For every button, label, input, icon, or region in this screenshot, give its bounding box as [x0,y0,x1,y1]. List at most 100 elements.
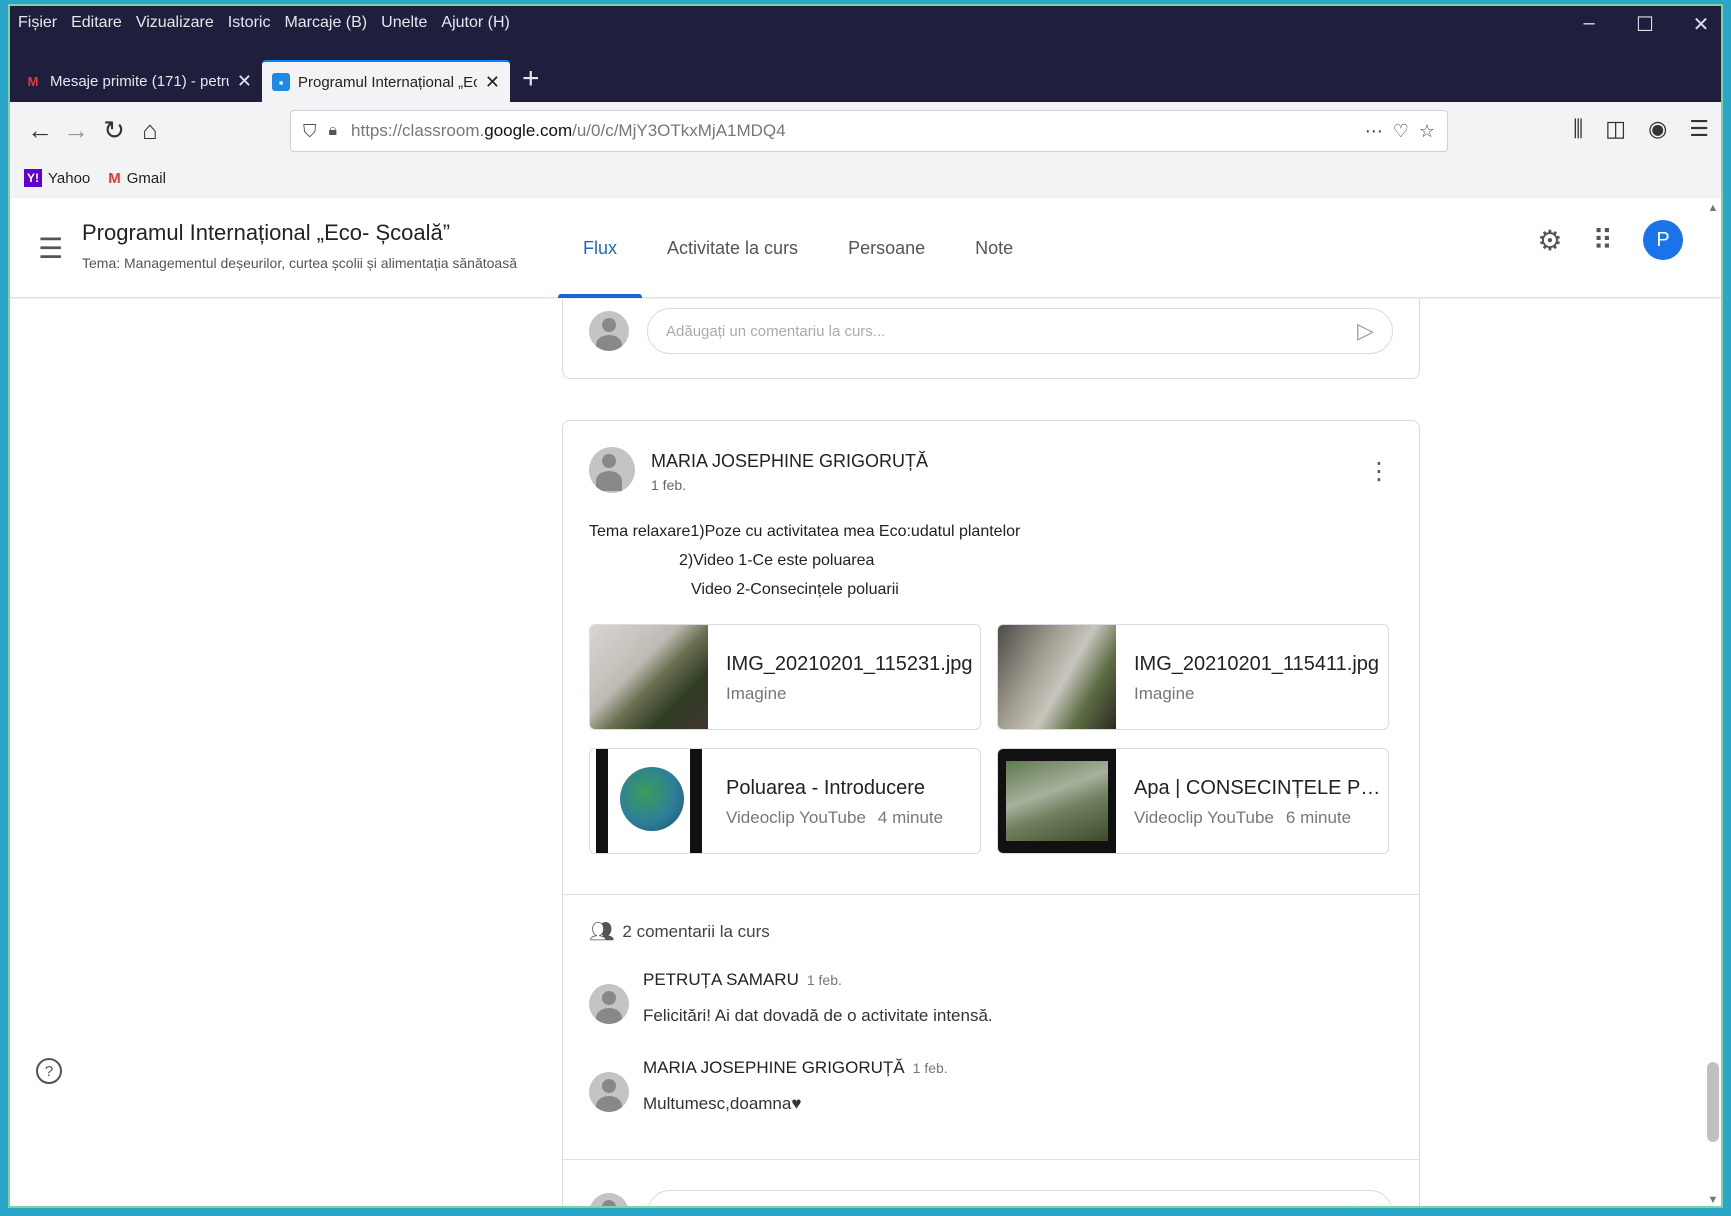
comments-list: PETRUȚA SAMARU 1 feb. Felicitări! Ai dat … [563,970,1419,1146]
send-icon[interactable]: ▷ [1357,1200,1374,1206]
menu-help[interactable]: Ajutor (H) [441,14,509,38]
bookmark-label: Gmail [126,169,166,187]
bookmark-yahoo[interactable]: Y! Yahoo [24,169,90,187]
new-tab-button[interactable]: + [522,62,540,96]
lock-icon[interactable]: 🔒︎ [329,122,338,140]
yahoo-icon: Y! [24,169,42,187]
attachment-type: Videoclip YouTube 4 minute [726,808,944,827]
image-thumbnail [998,625,1116,729]
minimize-button[interactable]: – [1579,12,1599,37]
attachment-title: IMG_20210201_115231.jpg [726,653,973,675]
comment-author: MARIA JOSEPHINE GRIGORUȚĂ 1 feb. [643,1058,948,1077]
titlebar: Fișier Editare Vizualizare Istoric Marca… [10,6,1721,102]
navigation-bar: ← → ↻ ⌂ ⛉ 🔒︎ https://classroom.google.co… [10,102,1721,158]
star-icon[interactable]: ☆ [1419,121,1435,142]
comment-text: Felicitări! Ai dat dovadă de o activitat… [643,1006,993,1025]
menu-view[interactable]: Vizualizare [136,14,214,38]
attachment-video-2[interactable]: Apa | CONSECINȚELE PO... Videoclip YouTu… [997,748,1389,854]
close-window-button[interactable]: ✕ [1691,12,1711,37]
menu-history[interactable]: Istoric [228,14,271,38]
settings-gear-icon[interactable]: ⚙ [1537,224,1562,257]
comment-placeholder: Adăugați un comentariu la curs... [666,322,886,340]
tab-people[interactable]: Persoane [823,198,950,298]
video-thumbnail [590,749,708,853]
comment-input[interactable]: Adăugați un comentariu la curs... ▷ [647,308,1393,354]
menu-icon[interactable]: ☰ [1689,116,1709,142]
forward-icon[interactable]: → [60,114,92,146]
video-duration: 6 minute [1285,808,1352,827]
menu-file[interactable]: Fișier [18,14,57,38]
menu-bookmarks[interactable]: Marcaje (B) [284,14,367,38]
stream-content: Adăugați un comentariu la curs... ▷ MARI… [10,299,1721,1206]
bookmarks-bar: Y! Yahoo M Gmail [10,158,1721,198]
tab-grades[interactable]: Note [950,198,1038,298]
divider [563,1159,1419,1160]
post-line: Tema relaxare1)Poze cu activitatea mea E… [589,523,1021,540]
post-line: 2)Video 1-Ce este poluarea [679,552,875,569]
attachment-type: Videoclip YouTube 6 minute [1134,808,1352,827]
account-icon[interactable]: ◉ [1648,116,1667,142]
library-icon[interactable]: ⫼ [1573,116,1583,142]
url-text[interactable]: https://classroom.google.com/u/0/c/MjY3O… [351,121,1355,141]
help-icon[interactable]: ? [36,1058,62,1084]
hamburger-menu-icon[interactable]: ☰ [38,232,63,265]
home-icon[interactable]: ⌂ [134,114,166,146]
tab-gmail[interactable]: M Mesaje primite (171) - petruta... ✕ [14,60,262,102]
header-actions: ⚙ ⠿ P [1537,220,1683,260]
menu-edit[interactable]: Editare [71,14,122,38]
scroll-thumb[interactable] [1707,1062,1719,1142]
attachment-title: Poluarea - Introducere [726,777,926,799]
close-icon[interactable]: ✕ [485,72,500,93]
menu-tools[interactable]: Unelte [381,14,427,38]
course-tabs: Flux Activitate la curs Persoane Note [558,198,1038,298]
tab-label: Programul Internațional „Eco-... [298,73,477,91]
pocket-icon[interactable]: ♡ [1393,121,1409,142]
post-author: MARIA JOSEPHINE GRIGORUȚĂ [651,451,929,471]
user-avatar[interactable]: P [1643,220,1683,260]
commenter-avatar [589,984,629,1024]
previous-post-card: Adăugați un comentariu la curs... ▷ [562,299,1420,379]
comment-box: Adăugați un comentariu la curs... ▷ [563,299,1419,371]
post-header: MARIA JOSEPHINE GRIGORUȚĂ 1 feb. ⋮ [563,421,1419,517]
url-bar[interactable]: ⛉ 🔒︎ https://classroom.google.com/u/0/c/… [290,110,1448,152]
attachment-image-2[interactable]: IMG_20210201_115411.jpg Imagine [997,624,1389,730]
more-actions-icon[interactable]: ⋯ [1365,121,1383,142]
tab-flux[interactable]: Flux [558,198,643,298]
post-text: Tema relaxare1)Poze cu activitatea mea E… [563,517,1419,604]
gmail-icon: M [27,73,39,89]
attachment-video-1[interactable]: Poluarea - Introducere Videoclip YouTube… [589,748,981,854]
apps-grid-icon[interactable]: ⠿ [1592,224,1613,257]
attachment-info: IMG_20210201_115411.jpg Imagine [1116,625,1379,729]
tab-classroom[interactable]: ▪ Programul Internațional „Eco-... ✕ [262,60,510,102]
comment: PETRUȚA SAMARU 1 feb. Felicitări! Ai dat … [563,970,1419,1058]
course-title[interactable]: Programul Internațional „Eco- Școală” [82,220,450,246]
attachment-image-1[interactable]: IMG_20210201_115231.jpg Imagine [589,624,981,730]
shield-icon[interactable]: ⛉ [303,121,317,142]
attachment-type: Imagine [726,684,787,703]
more-options-icon[interactable]: ⋮ [1367,457,1391,486]
scroll-down-icon[interactable]: ▼ [1707,1194,1719,1206]
reload-icon[interactable]: ↻ [98,114,130,146]
post-line: Video 2-Consecințele poluarii [691,581,899,598]
comments-toggle[interactable]: 👥︎ 2 comentarii la curs [563,895,1419,944]
post-card: MARIA JOSEPHINE GRIGORUȚĂ 1 feb. ⋮ Tema … [562,420,1420,1206]
bookmark-gmail[interactable]: M Gmail [108,170,166,187]
comment-input[interactable]: Adăugați un comentariu la curs... ▷ [647,1190,1393,1206]
commenter-avatar [589,1072,629,1112]
close-icon[interactable]: ✕ [237,71,252,92]
send-icon[interactable]: ▷ [1357,318,1374,344]
menu-bar: Fișier Editare Vizualizare Istoric Marca… [18,14,510,38]
video-duration: 4 minute [877,808,944,827]
video-thumbnail [998,749,1116,853]
scrollbar[interactable]: ▲ ▼ [1705,202,1719,1206]
scroll-up-icon[interactable]: ▲ [1707,202,1719,214]
comment-box: Adăugați un comentariu la curs... ▷ [563,1173,1419,1206]
maximize-button[interactable]: ☐ [1635,12,1655,37]
attachments: IMG_20210201_115231.jpg Imagine IMG_2021… [563,604,1419,854]
comment: MARIA JOSEPHINE GRIGORUȚĂ 1 feb. Multumes… [563,1058,1419,1146]
sidebar-icon[interactable]: ◫ [1605,116,1626,142]
post-date: 1 feb. [651,477,687,493]
back-icon[interactable]: ← [24,114,56,146]
comment-date: 1 feb. [912,1060,948,1076]
tab-classwork[interactable]: Activitate la curs [642,198,823,298]
